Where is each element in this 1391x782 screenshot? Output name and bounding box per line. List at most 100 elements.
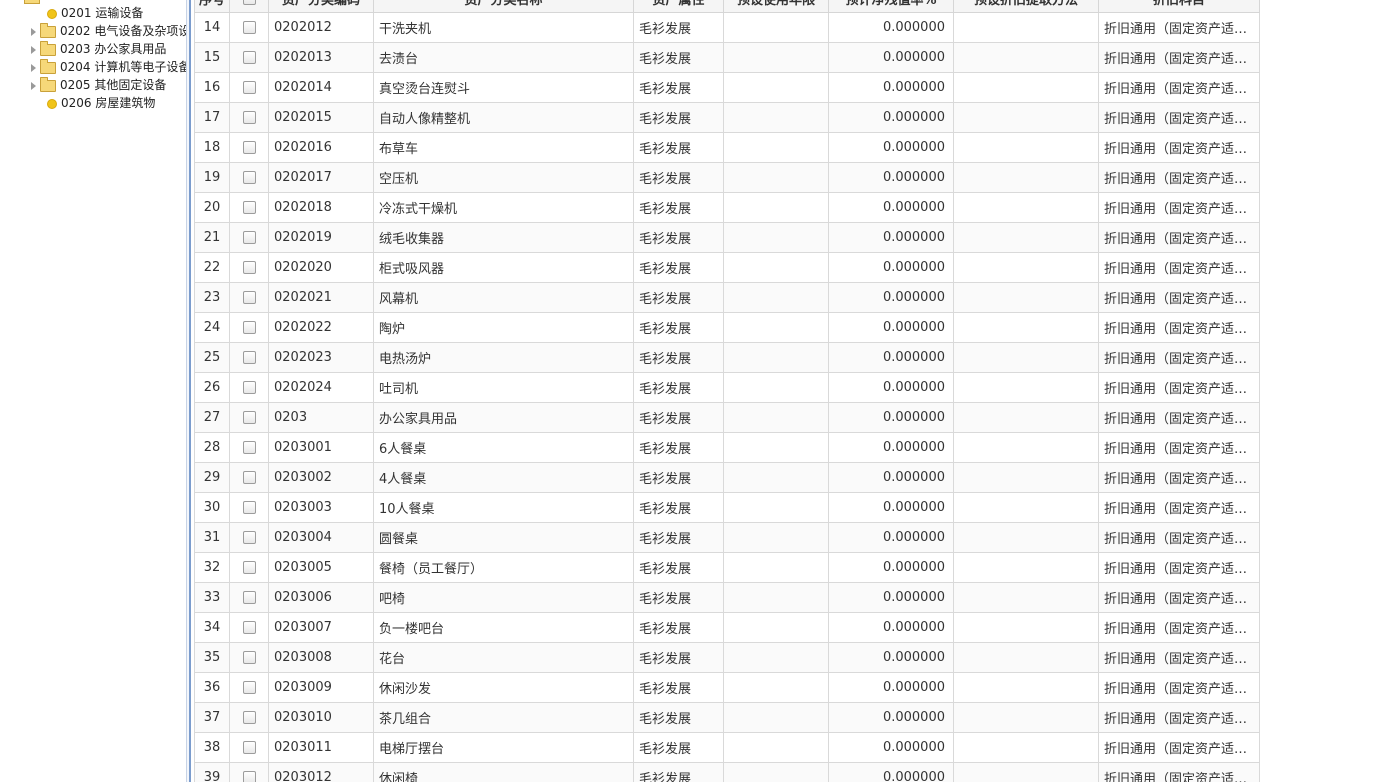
table-row[interactable]: 31 0203004 圆餐桌 毛衫发展 0.000000 折旧通用（固定资产适用） bbox=[194, 522, 1260, 553]
row-select-cell[interactable] bbox=[229, 462, 269, 493]
row-checkbox[interactable] bbox=[242, 771, 256, 782]
row-checkbox[interactable] bbox=[242, 21, 256, 34]
table-row[interactable]: 20 0202018 冷冻式干燥机 毛衫发展 0.000000 折旧通用（固定资产适用） bbox=[194, 192, 1260, 223]
column-header[interactable]: 预设使用年限 bbox=[723, 0, 829, 13]
row-checkbox[interactable] bbox=[242, 651, 256, 664]
row-select-cell[interactable] bbox=[229, 12, 269, 43]
table-row[interactable]: 21 0202019 绒毛收集器 毛衫发展 0.000000 折旧通用（固定资产适用） bbox=[194, 222, 1260, 253]
table-row[interactable]: 33 0203006 吧椅 毛衫发展 0.000000 折旧通用（固定资产适用） bbox=[194, 582, 1260, 613]
table-row[interactable]: 25 0202023 电热汤炉 毛衫发展 0.000000 折旧通用（固定资产适用） bbox=[194, 342, 1260, 373]
table-row[interactable]: 35 0203008 花台 毛衫发展 0.000000 折旧通用（固定资产适用） bbox=[194, 642, 1260, 673]
expand-arrow-icon[interactable] bbox=[31, 27, 36, 36]
table-row[interactable]: 34 0203007 负一楼吧台 毛衫发展 0.000000 折旧通用（固定资产适用） bbox=[194, 612, 1260, 643]
table-row[interactable]: 32 0203005 餐椅（员工餐厅） 毛衫发展 0.000000 折旧通用（固定资产适用… bbox=[194, 552, 1260, 583]
table-row[interactable]: 26 0202024 吐司机 毛衫发展 0.000000 折旧通用（固定资产适用） bbox=[194, 372, 1260, 403]
table-row[interactable]: 15 0202013 去渍台 毛衫发展 0.000000 折旧通用（固定资产适用） bbox=[194, 42, 1260, 73]
row-checkbox[interactable] bbox=[242, 471, 256, 484]
tree-node[interactable]: 0206 房屋建筑物 bbox=[47, 94, 155, 112]
row-select-cell[interactable] bbox=[229, 732, 269, 763]
select-all-checkbox[interactable] bbox=[242, 0, 256, 5]
row-select-cell[interactable] bbox=[229, 522, 269, 553]
table-row[interactable]: 18 0202016 布草车 毛衫发展 0.000000 折旧通用（固定资产适用） bbox=[194, 132, 1260, 163]
column-header[interactable]: 折旧科目 bbox=[1098, 0, 1260, 13]
row-checkbox[interactable] bbox=[242, 291, 256, 304]
table-row[interactable]: 19 0202017 空压机 毛衫发展 0.000000 折旧通用（固定资产适用） bbox=[194, 162, 1260, 193]
row-checkbox[interactable] bbox=[242, 351, 256, 364]
row-select-cell[interactable] bbox=[229, 342, 269, 373]
row-select-cell[interactable] bbox=[229, 702, 269, 733]
panel-splitter[interactable] bbox=[186, 0, 191, 782]
row-checkbox[interactable] bbox=[242, 411, 256, 424]
tree-node[interactable]: 0201 运输设备 bbox=[47, 4, 143, 22]
row-select-cell[interactable] bbox=[229, 642, 269, 673]
row-select-cell[interactable] bbox=[229, 612, 269, 643]
row-select-cell[interactable] bbox=[229, 492, 269, 523]
tree-node[interactable]: 0203 办公家具用品 bbox=[31, 40, 166, 58]
row-checkbox[interactable] bbox=[242, 681, 256, 694]
row-select-cell[interactable] bbox=[229, 372, 269, 403]
column-header[interactable]: 资产属性 bbox=[633, 0, 724, 13]
column-header[interactable]: 预计净残值率% bbox=[828, 0, 954, 13]
row-checkbox[interactable] bbox=[242, 621, 256, 634]
row-checkbox[interactable] bbox=[242, 231, 256, 244]
row-checkbox[interactable] bbox=[242, 141, 256, 154]
column-header[interactable]: 资产分类编码 bbox=[268, 0, 374, 13]
row-select-cell[interactable] bbox=[229, 762, 269, 782]
table-row[interactable]: 16 0202014 真空烫台连熨斗 毛衫发展 0.000000 折旧通用（固定资产适用） bbox=[194, 72, 1260, 103]
row-select-cell[interactable] bbox=[229, 192, 269, 223]
row-checkbox[interactable] bbox=[242, 591, 256, 604]
select-all-header[interactable] bbox=[229, 0, 269, 13]
expand-arrow-icon[interactable] bbox=[31, 45, 36, 54]
row-select-cell[interactable] bbox=[229, 282, 269, 313]
table-row[interactable]: 36 0203009 休闲沙发 毛衫发展 0.000000 折旧通用（固定资产适用） bbox=[194, 672, 1260, 703]
row-checkbox[interactable] bbox=[242, 261, 256, 274]
row-select-cell[interactable] bbox=[229, 672, 269, 703]
tree-node[interactable]: 0205 其他固定设备 bbox=[31, 76, 166, 94]
row-checkbox[interactable] bbox=[242, 441, 256, 454]
row-checkbox[interactable] bbox=[242, 111, 256, 124]
row-select-cell[interactable] bbox=[229, 72, 269, 103]
row-checkbox[interactable] bbox=[242, 321, 256, 334]
row-checkbox[interactable] bbox=[242, 51, 256, 64]
row-select-cell[interactable] bbox=[229, 252, 269, 283]
row-select-cell[interactable] bbox=[229, 402, 269, 433]
column-header[interactable]: 预设折旧提取方法 bbox=[953, 0, 1099, 13]
column-header[interactable]: 资产分类名称 bbox=[373, 0, 634, 13]
table-row[interactable]: 22 0202020 柜式吸风器 毛衫发展 0.000000 折旧通用（固定资产适用） bbox=[194, 252, 1260, 283]
table-row[interactable]: 37 0203010 茶几组合 毛衫发展 0.000000 折旧通用（固定资产适用） bbox=[194, 702, 1260, 733]
row-checkbox[interactable] bbox=[242, 171, 256, 184]
table-row[interactable]: 30 0203003 10人餐桌 毛衫发展 0.000000 折旧通用（固定资产适用） bbox=[194, 492, 1260, 523]
table-row[interactable]: 38 0203011 电梯厅摆台 毛衫发展 0.000000 折旧通用（固定资产适用） bbox=[194, 732, 1260, 763]
table-row[interactable]: 39 0203012 休闲椅 毛衫发展 0.000000 折旧通用（固定资产适用） bbox=[194, 762, 1260, 782]
table-row[interactable]: 17 0202015 自动人像精整机 毛衫发展 0.000000 折旧通用（固定资产适用） bbox=[194, 102, 1260, 133]
table-row[interactable]: 27 0203 办公家具用品 毛衫发展 0.000000 折旧通用（固定资产适用） bbox=[194, 402, 1260, 433]
tree-node[interactable]: 0204 计算机等电子设备 bbox=[31, 58, 186, 76]
row-select-cell[interactable] bbox=[229, 222, 269, 253]
row-checkbox[interactable] bbox=[242, 531, 256, 544]
row-checkbox[interactable] bbox=[242, 381, 256, 394]
row-checkbox[interactable] bbox=[242, 711, 256, 724]
row-select-cell[interactable] bbox=[229, 162, 269, 193]
column-header[interactable]: 序号 bbox=[194, 0, 230, 13]
table-row[interactable]: 29 0203002 4人餐桌 毛衫发展 0.000000 折旧通用（固定资产适用） bbox=[194, 462, 1260, 493]
row-checkbox[interactable] bbox=[242, 81, 256, 94]
row-select-cell[interactable] bbox=[229, 132, 269, 163]
expand-arrow-icon[interactable] bbox=[31, 81, 36, 90]
tree-node[interactable]: 0202 电气设备及杂项设备 bbox=[31, 22, 186, 40]
table-row[interactable]: 14 0202012 干洗夹机 毛衫发展 0.000000 折旧通用（固定资产适用） bbox=[194, 12, 1260, 43]
depreciation-method-cell bbox=[953, 282, 1099, 313]
row-checkbox[interactable] bbox=[242, 501, 256, 514]
table-row[interactable]: 28 0203001 6人餐桌 毛衫发展 0.000000 折旧通用（固定资产适用） bbox=[194, 432, 1260, 463]
table-row[interactable]: 24 0202022 陶炉 毛衫发展 0.000000 折旧通用（固定资产适用） bbox=[194, 312, 1260, 343]
row-checkbox[interactable] bbox=[242, 561, 256, 574]
row-checkbox[interactable] bbox=[242, 201, 256, 214]
row-select-cell[interactable] bbox=[229, 552, 269, 583]
row-select-cell[interactable] bbox=[229, 102, 269, 133]
row-select-cell[interactable] bbox=[229, 42, 269, 73]
row-checkbox[interactable] bbox=[242, 741, 256, 754]
table-row[interactable]: 23 0202021 风幕机 毛衫发展 0.000000 折旧通用（固定资产适用） bbox=[194, 282, 1260, 313]
row-select-cell[interactable] bbox=[229, 312, 269, 343]
row-select-cell[interactable] bbox=[229, 432, 269, 463]
row-select-cell[interactable] bbox=[229, 582, 269, 613]
expand-arrow-icon[interactable] bbox=[31, 63, 36, 72]
